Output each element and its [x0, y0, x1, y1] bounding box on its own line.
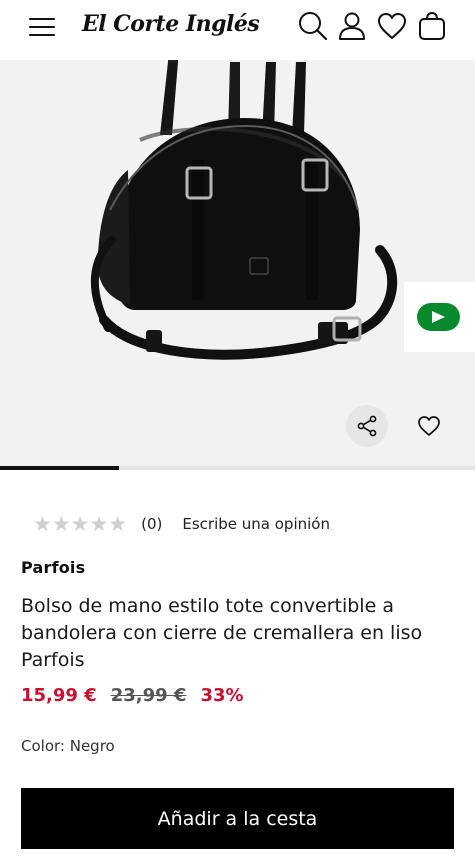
bag-icon[interactable] — [416, 10, 448, 42]
write-review-link[interactable]: Escribe una opinión — [182, 515, 330, 533]
product-brand[interactable]: Parfois — [21, 558, 85, 577]
gallery-progress-bar — [0, 466, 119, 470]
assistant-button[interactable] — [404, 282, 475, 352]
share-icon — [357, 415, 377, 437]
logo[interactable]: El Corte Inglés — [82, 6, 260, 42]
product-image — [90, 60, 398, 360]
search-icon[interactable] — [297, 10, 329, 42]
discount-badge: 33% — [200, 685, 244, 706]
product-title: Bolso de mano estilo tote convertible a … — [21, 595, 423, 671]
rating-stars[interactable]: ★★★★★ — [33, 512, 127, 536]
heart-icon[interactable] — [376, 10, 408, 42]
add-to-cart-button[interactable]: Añadir a la cesta — [21, 788, 454, 849]
play-icon — [417, 303, 460, 331]
price-row: 15,99 € 23,99 € 33% — [21, 685, 244, 706]
rating-count: (0) — [141, 515, 163, 533]
heart-icon — [418, 416, 440, 436]
original-price: 23,99 € — [110, 685, 187, 706]
color-label: Color: Negro — [21, 737, 115, 755]
rating-row: ★★★★★ (0) Escribe una opinión — [33, 512, 330, 536]
product-gallery[interactable] — [0, 60, 475, 470]
current-price: 15,99 € — [21, 685, 97, 706]
user-icon[interactable] — [336, 10, 368, 42]
gallery-progress-track — [0, 466, 475, 470]
menu-icon[interactable] — [29, 14, 57, 38]
share-button[interactable] — [346, 405, 388, 447]
header: El Corte Inglés — [0, 0, 475, 60]
favorite-button[interactable] — [408, 405, 450, 447]
